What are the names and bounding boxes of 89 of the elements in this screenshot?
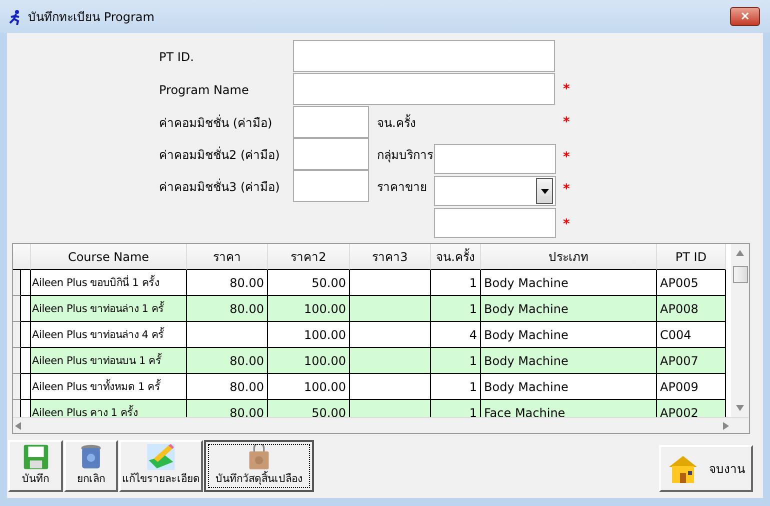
row-indicator <box>21 348 31 374</box>
table-cell: 100.00 <box>268 348 350 374</box>
table-cell: Body Machine <box>481 296 657 322</box>
toolbar-button[interactable]: บันทึก <box>8 440 63 492</box>
table-cell: Aileen Plus ขาท่อนล่าง 4 ครั้ <box>31 322 187 348</box>
row-selector[interactable] <box>13 296 21 322</box>
scroll-up-icon <box>736 250 744 256</box>
table-cell: Aileen Plus ขาท่อนล่าง 1 ครั้ <box>31 296 187 322</box>
toolbar-button[interactable]: แก้ไขรายละเอียด <box>119 440 203 492</box>
table-cell: Aileen Plus ขาทั้งหมด 1 ครั้ <box>31 374 187 400</box>
input-field[interactable] <box>434 208 556 238</box>
required-mark: * <box>562 114 571 130</box>
field-label: PT ID. <box>159 50 195 64</box>
table-cell: Body Machine <box>481 270 657 296</box>
caret-icon <box>540 188 548 194</box>
input-field[interactable] <box>293 106 369 138</box>
table-cell: Body Machine <box>481 374 657 400</box>
table-cell: 50.00 <box>268 270 350 296</box>
row-indicator <box>21 322 31 348</box>
dropdown-field[interactable] <box>434 176 556 206</box>
input-field[interactable] <box>293 170 369 202</box>
table-cell: C004 <box>657 322 726 348</box>
table-cell: Face Machine <box>481 400 657 417</box>
scroll-right-icon <box>723 422 729 430</box>
scroll-left-icon <box>15 422 21 430</box>
input-field[interactable] <box>434 144 556 174</box>
table-cell: 80.00 <box>187 400 268 417</box>
row-selector[interactable] <box>13 374 21 400</box>
header-corner <box>13 244 31 270</box>
toolbar-button[interactable]: บันทึกวัสดุสิ้นเปลือง <box>204 440 314 492</box>
required-mark: * <box>562 182 571 196</box>
required-mark: * <box>562 150 571 164</box>
horizontal-scrollbar[interactable] <box>13 417 749 433</box>
table-cell: AP009 <box>657 374 726 400</box>
vertical-scrollbar[interactable] <box>731 244 749 417</box>
window-title: บันทึกทะเบียน Program <box>28 9 156 26</box>
table-cell: 80.00 <box>187 348 268 374</box>
toolbar-button[interactable]: ยกเลิก <box>64 440 118 492</box>
row-selector[interactable] <box>13 270 21 296</box>
field-label: จน.ครั้ง <box>377 113 417 132</box>
required-mark: * <box>562 82 571 97</box>
table-cell: 80.00 <box>187 374 268 400</box>
column-header[interactable]: จน.ครั้ง <box>431 244 481 270</box>
scroll-down-icon <box>736 405 744 411</box>
row-indicator <box>21 296 31 322</box>
field-label: ราคาขาย <box>377 178 428 196</box>
column-header[interactable]: ราคา <box>187 244 268 270</box>
table-cell: 100.00 <box>268 322 350 348</box>
table-cell: Aileen Plus ขาท่อนบน 1 ครั้ <box>31 348 187 374</box>
field-label: Program Name <box>159 82 250 96</box>
table-cell: 1 <box>431 374 481 400</box>
field-label: ค่าคอมมิชชั่น2 (ค่ามือ) <box>159 146 281 164</box>
field-label: ค่าคอมมิชชั่น3 (ค่ามือ) <box>159 178 281 196</box>
table-cell: 1 <box>431 348 481 374</box>
row-selector[interactable] <box>13 348 21 374</box>
table-cell: Aileen Plus คาง 1 ครั้ง <box>31 400 187 417</box>
table-cell: AP002 <box>657 400 726 417</box>
table-cell: 100.00 <box>268 296 350 322</box>
column-header[interactable]: ประเภท <box>481 244 657 270</box>
table-cell: 80.00 <box>187 270 268 296</box>
dropdown-button[interactable] <box>536 178 553 204</box>
table-cell: Body Machine <box>481 348 657 374</box>
table-cell: 80.00 <box>187 296 268 322</box>
field-label: กลุ่มบริการ <box>377 146 434 164</box>
table-cell: 50.00 <box>268 400 350 417</box>
table-cell: 100.00 <box>268 374 350 400</box>
row-selector[interactable] <box>13 322 21 348</box>
column-header[interactable]: PT ID <box>657 244 726 270</box>
table-cell: 1 <box>431 400 481 417</box>
table-cell: AP005 <box>657 270 726 296</box>
table-cell: 1 <box>431 296 481 322</box>
input-field[interactable] <box>293 73 555 105</box>
table-cell: 1 <box>431 270 481 296</box>
table-cell: Aileen Plus ขอบบิกินี่ 1 ครั้ง <box>31 270 187 296</box>
input-field[interactable] <box>293 40 555 72</box>
column-header[interactable]: Course Name <box>31 244 187 270</box>
input-field[interactable] <box>293 138 369 170</box>
table-cell: Body Machine <box>481 322 657 348</box>
field-label: ค่าคอมมิชชั่น (ค่ามือ) <box>159 114 274 132</box>
table-cell: 4 <box>431 322 481 348</box>
pencil-on-money-icon <box>144 444 178 470</box>
row-indicator <box>21 270 31 296</box>
column-header[interactable]: ราคา3 <box>350 244 431 270</box>
table-cell: AP008 <box>657 296 726 322</box>
column-header[interactable]: ราคา2 <box>268 244 350 270</box>
exit-button[interactable]: จบงาน <box>659 445 753 492</box>
required-mark: * <box>562 216 571 232</box>
table-cell: AP007 <box>657 348 726 374</box>
scroll-thumb[interactable] <box>732 266 748 283</box>
